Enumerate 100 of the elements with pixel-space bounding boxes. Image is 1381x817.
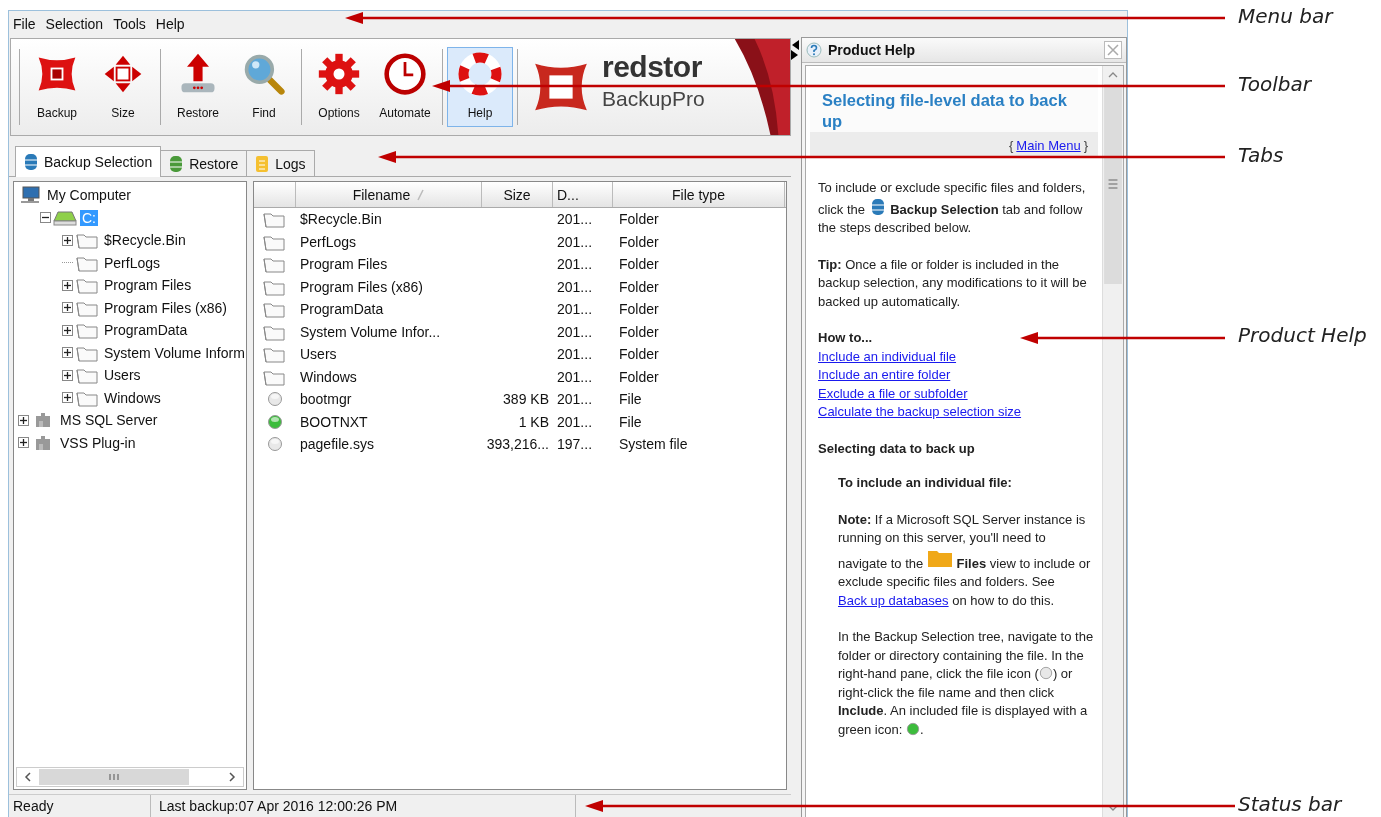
help-link[interactable]: Calculate the backup selection size — [818, 403, 1022, 422]
toolbar-button[interactable]: Backup — [24, 47, 90, 127]
file-date: 201... — [556, 391, 594, 408]
toolbar-button[interactable]: Size — [90, 47, 156, 127]
file-date: 201... — [556, 278, 594, 295]
file-name: Users — [299, 346, 338, 363]
folder-icon[interactable] — [261, 255, 286, 274]
computer-icon — [18, 186, 42, 205]
file-type: Folder — [618, 278, 660, 295]
help-paragraph: In the Backup Selection tree, navigate to the folder or directory containing the file. In the right-hand pane, click the file icon ( ) or right-click the file name and then click Include. An included file is displayed with a green icon: . — [838, 628, 1094, 739]
callout-label: Menu bar — [1238, 4, 1333, 28]
folder-icon[interactable] — [261, 210, 286, 229]
menu-item[interactable]: Tools — [113, 16, 146, 32]
expander-icon[interactable] — [18, 437, 29, 449]
tree-item[interactable]: Windows — [102, 389, 163, 406]
help-link[interactable]: Back up databases — [838, 592, 949, 608]
menu-item[interactable]: Help — [155, 16, 185, 32]
database-icon — [870, 197, 885, 216]
file-type: Folder — [618, 211, 660, 228]
panel-arrows-icon[interactable] — [791, 39, 799, 61]
help-link[interactable]: Include an entire folder — [818, 366, 951, 385]
folder-icon — [75, 366, 99, 385]
file-type: Folder — [618, 301, 660, 318]
tree-item[interactable]: VSS Plug-in — [58, 434, 138, 451]
callout-label: Product Help — [1238, 323, 1367, 347]
file-type: Folder — [618, 323, 660, 340]
expander-icon[interactable] — [62, 347, 73, 359]
toolbar-button[interactable]: Automate — [372, 47, 438, 127]
status-circle-icon[interactable] — [267, 436, 283, 453]
tree-item[interactable]: Program Files — [102, 277, 194, 294]
folder-icon[interactable] — [261, 300, 286, 319]
vertical-scrollbar[interactable] — [1102, 66, 1123, 817]
menu-item[interactable]: File — [13, 16, 36, 32]
status-circle-icon[interactable] — [267, 391, 283, 408]
brace: } — [1083, 138, 1088, 153]
expander-icon[interactable] — [62, 392, 73, 404]
expander-icon[interactable] — [18, 414, 29, 426]
column-header[interactable]: Size — [482, 182, 553, 207]
horizontal-scrollbar[interactable] — [16, 767, 244, 787]
tree-item[interactable]: System Volume Inform — [102, 344, 246, 361]
file-size: 393,216... — [485, 436, 550, 453]
scroll-thumb[interactable] — [1103, 84, 1123, 284]
sort-icon — [416, 188, 425, 201]
tree-item[interactable]: MS SQL Server — [58, 412, 160, 429]
file-size: 1 KB — [517, 413, 550, 430]
toolbar-button[interactable]: Options — [306, 47, 372, 127]
file-name: Program Files (x86) — [299, 278, 424, 295]
expander-icon[interactable] — [62, 279, 73, 291]
file-date: 201... — [556, 368, 594, 385]
help-link[interactable]: Exclude a file or subfolder — [818, 384, 968, 403]
tab[interactable]: Logs — [246, 150, 315, 176]
file-date: 201... — [556, 323, 594, 340]
file-type: Folder — [618, 256, 660, 273]
folder-icon[interactable] — [261, 345, 286, 364]
tree-item[interactable]: My Computer — [45, 187, 134, 204]
tab[interactable]: Backup Selection — [15, 146, 162, 177]
file-date: 201... — [556, 413, 594, 430]
expander-icon[interactable] — [62, 302, 73, 314]
file-type: File — [618, 413, 643, 430]
file-size: 389 KB — [502, 391, 550, 408]
search-icon — [242, 52, 286, 96]
column-header[interactable]: File type — [613, 182, 785, 207]
clock-icon — [383, 52, 427, 96]
tree-item[interactable]: Program Files (x86) — [102, 299, 229, 316]
status-circle-icon[interactable] — [267, 413, 283, 430]
file-date: 197... — [556, 436, 594, 453]
expander-icon[interactable] — [62, 234, 73, 246]
toolbar-button[interactable]: Find — [231, 47, 297, 127]
file-type: Folder — [618, 368, 660, 385]
file-name: $Recycle.Bin — [299, 211, 383, 228]
help-link[interactable]: Include an individual file — [818, 347, 957, 366]
file-name: ProgramData — [299, 301, 385, 318]
expander-icon[interactable] — [62, 369, 73, 381]
main-menu-link[interactable]: Main Menu — [1016, 138, 1081, 153]
file-date: 201... — [556, 256, 594, 273]
file-date: 201... — [556, 301, 594, 318]
lifebuoy-icon — [458, 52, 502, 96]
file-name: BOOTNXT — [299, 413, 369, 430]
expander-icon[interactable] — [40, 212, 51, 224]
expander-icon[interactable] — [62, 324, 73, 336]
toolbar-button[interactable]: Restore — [165, 47, 231, 127]
help-paragraph: Note: If a Microsoft SQL Server instance is running on this server, you'll need to navigate to the Files view to include or exclude specific files and folders. See Back up databases on how to do this. — [838, 510, 1092, 610]
column-header[interactable]: Filename — [296, 182, 482, 207]
scroll-thumb[interactable] — [39, 768, 189, 786]
column-header[interactable]: D... — [553, 182, 613, 207]
tree-item[interactable]: ProgramData — [102, 322, 190, 339]
file-type: Folder — [618, 233, 660, 250]
tree-item[interactable]: Users — [102, 367, 143, 384]
panel-title: Product Help — [828, 42, 917, 58]
close-icon[interactable] — [1104, 41, 1122, 59]
tree-item[interactable]: $Recycle.Bin — [102, 232, 188, 249]
menu-item[interactable]: Selection — [45, 16, 104, 32]
tree-item[interactable]: PerfLogs — [102, 254, 163, 271]
file-name: Program Files — [299, 256, 389, 273]
folder-icon — [75, 231, 99, 250]
toolbar-button[interactable]: Help — [447, 47, 513, 127]
database-icon — [169, 154, 184, 173]
file-date: 201... — [556, 233, 594, 250]
help-section-title: Selecting data to back up — [818, 439, 976, 458]
help-icon — [806, 42, 822, 58]
